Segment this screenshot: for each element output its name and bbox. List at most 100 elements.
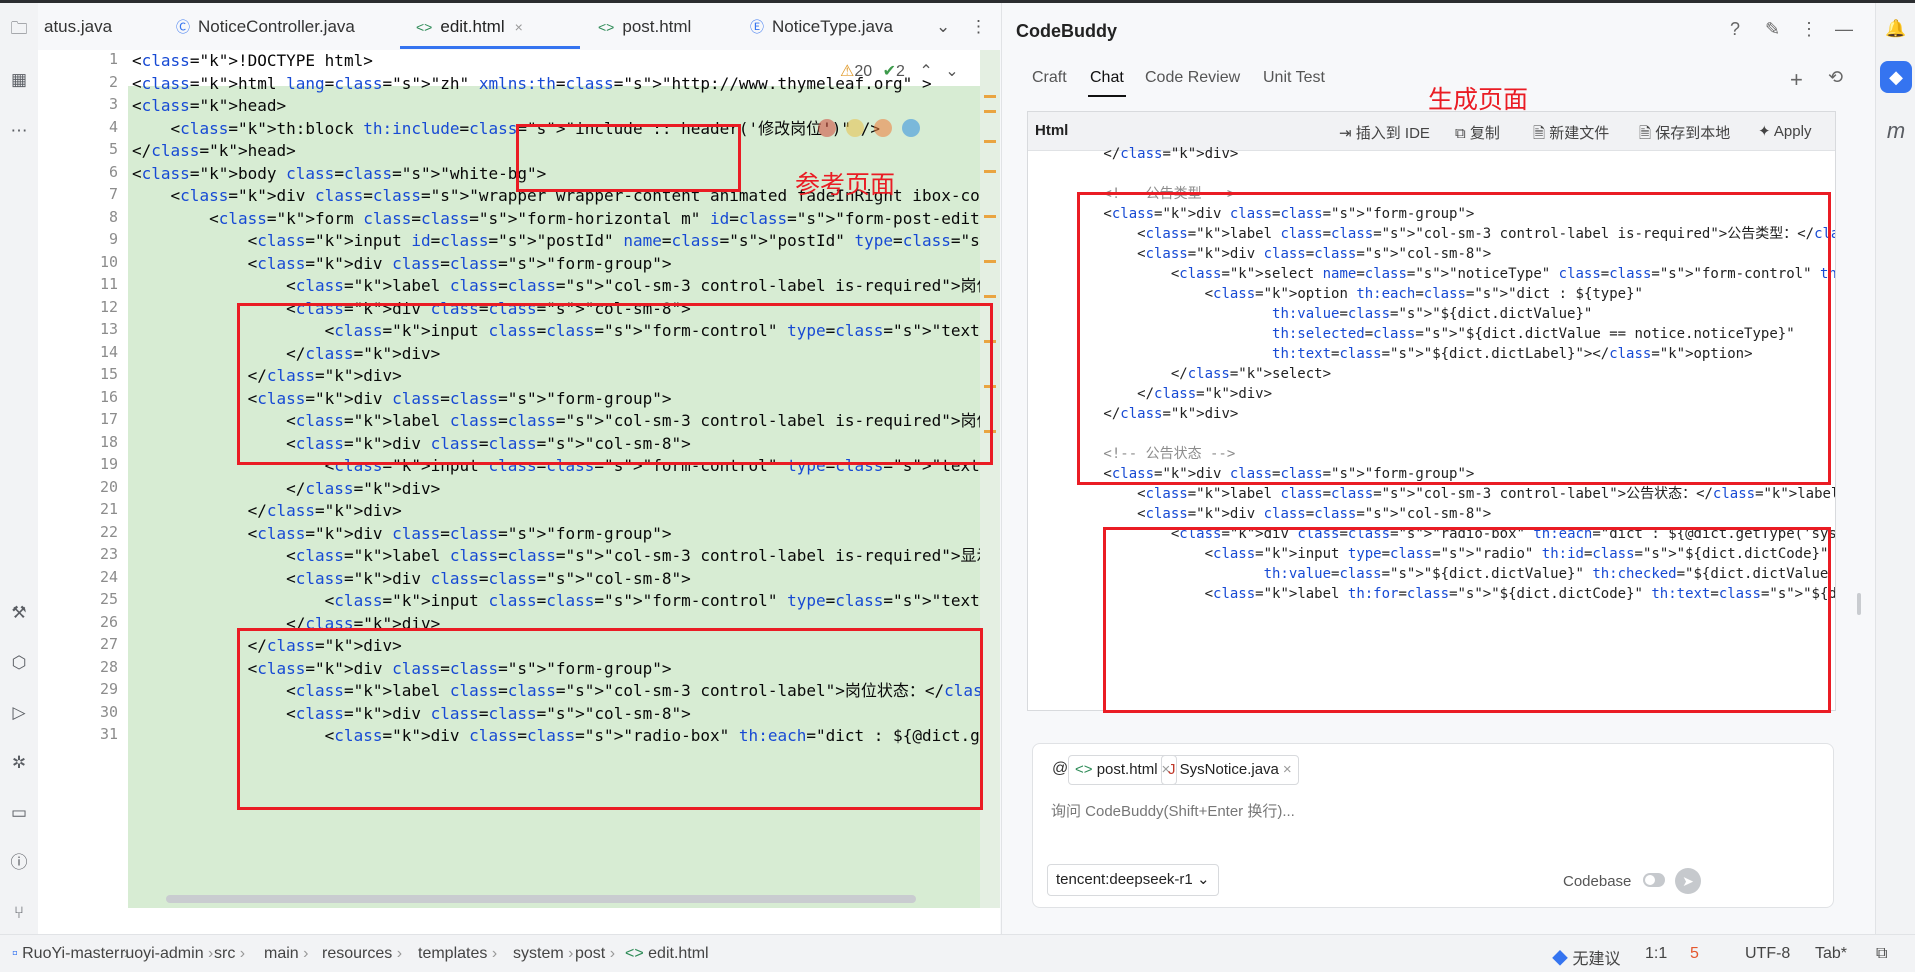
check-icon: ✔ [882, 63, 896, 80]
chat-input-field[interactable]: 询问 CodeBuddy(Shift+Enter 换行)... [1051, 800, 1295, 821]
close-tab-icon[interactable]: × [515, 19, 523, 35]
line-number: 1 [108, 50, 118, 68]
history-icon[interactable]: ⟲ [1828, 67, 1843, 88]
breadcrumb-item[interactable]: ruoyi-admin › [120, 945, 213, 963]
notifications-icon[interactable]: 🔔 [1884, 17, 1908, 41]
services-icon[interactable]: ⬡ [7, 651, 31, 675]
tab-status-java[interactable]: atus.java [44, 17, 112, 37]
generated-page-label: 生成页面 [1428, 85, 1529, 114]
java-file-icon: J [1168, 761, 1180, 778]
help-icon[interactable]: ? [1730, 19, 1740, 40]
new-chat-icon[interactable]: + [1790, 67, 1803, 93]
new-file-button[interactable]: 🗎 新建文件 [1533, 122, 1609, 148]
chat-input-box[interactable]: @ <> post.html × J SysNotice.java × 询问 Cod… [1032, 743, 1834, 908]
editor-tab-bar: atus.java Ⓒ NoticeController.java <> edit.… [38, 3, 1000, 51]
annotation-box-post-name [237, 303, 993, 465]
edit-icon[interactable]: ✎ [1765, 19, 1780, 40]
cursor-position[interactable]: 1:1 [1645, 945, 1667, 963]
line-number: 24 [99, 567, 118, 586]
structure-icon[interactable]: ▦ [7, 68, 31, 92]
html-icon: <> [598, 19, 615, 35]
insert-to-ide-button[interactable]: ⇥ 插入到 IDE [1339, 122, 1430, 143]
panel-scrollbar[interactable] [1857, 593, 1861, 615]
line-number: 26 [99, 612, 118, 631]
browser-preview-icons[interactable] [818, 119, 958, 145]
horizontal-scrollbar[interactable] [166, 895, 916, 903]
build-hammer-icon[interactable]: ⚒ [7, 601, 31, 625]
tab-code-review[interactable]: Code Review [1145, 69, 1240, 87]
line-number: 13 [99, 320, 118, 338]
breadcrumb-item[interactable]: ▫ RuoYi-master › [12, 945, 129, 963]
line-number: 9 [108, 230, 118, 248]
tab-notice-controller[interactable]: Ⓒ NoticeController.java [176, 17, 355, 37]
html-icon: <> [416, 19, 433, 35]
line-number: 25 [99, 590, 118, 608]
breadcrumb-item[interactable]: post › [575, 945, 615, 963]
readonly-toggle-icon[interactable]: ⧉ [1876, 945, 1887, 963]
edge-icon[interactable] [902, 119, 920, 137]
breadcrumb-item[interactable]: resources › [322, 945, 402, 963]
apply-button[interactable]: ✦ Apply [1758, 122, 1811, 140]
chrome-icon[interactable] [846, 119, 864, 137]
markdown-icon[interactable]: m [1884, 119, 1908, 143]
line-number: 14 [99, 342, 118, 361]
status-bar: ▫ RuoYi-master › ruoyi-admin › src › main ›… [0, 934, 1915, 972]
codebuddy-status-icon: ◆ [1552, 951, 1573, 968]
breadcrumb-item[interactable]: src › [214, 945, 245, 963]
more-menu-icon[interactable]: ⋮ [970, 17, 987, 37]
send-icon: ➤ [1682, 873, 1694, 889]
line-number: 11 [99, 275, 118, 293]
tab-unit-test[interactable]: Unit Test [1263, 69, 1325, 87]
context-chip-sysnotice[interactable]: J SysNotice.java × [1161, 755, 1299, 785]
active-tab-indicator [1088, 95, 1126, 97]
suggestion-status[interactable]: ◆ 无建议 [1552, 945, 1620, 969]
right-tool-strip: 🔔 ◆ m [1875, 3, 1915, 934]
line-number: 17 [99, 410, 118, 428]
tab-notice-type[interactable]: Ⓔ NoticeType.java [750, 17, 893, 37]
line-number: 28 [99, 657, 118, 676]
indent-setting[interactable]: Tab* [1815, 945, 1847, 963]
git-icon[interactable]: ⑂ [7, 901, 31, 925]
codebuddy-logo-icon[interactable]: ◆ [1880, 61, 1912, 93]
tab-post-html[interactable]: <> post.html [598, 17, 691, 37]
tab-craft[interactable]: Craft [1032, 69, 1067, 87]
error-stripe[interactable] [980, 50, 1000, 908]
project-folder-icon[interactable]: 🗀 [7, 17, 31, 41]
codebase-toggle[interactable] [1643, 873, 1665, 887]
tab-chat[interactable]: Chat [1090, 69, 1124, 87]
line-number: 10 [99, 252, 118, 271]
inspection-widget[interactable]: ⚠20 ✔2 ⌃ ⌄ [840, 61, 959, 85]
minimize-icon[interactable]: — [1835, 19, 1853, 40]
code-language-label: Html [1035, 122, 1069, 139]
tab-edit-html[interactable]: <> edit.html × [416, 17, 523, 37]
annotation-box-notice-status [1103, 527, 1831, 713]
prev-highlight-icon[interactable]: ⌃ [919, 63, 932, 80]
firefox-icon[interactable] [874, 119, 892, 137]
chevron-down-icon[interactable]: ⌄ [936, 17, 950, 37]
line-number: 29 [99, 680, 118, 698]
browser-icon[interactable] [818, 119, 836, 137]
copy-button[interactable]: ⧉ 复制 [1455, 122, 1500, 143]
breadcrumb-item[interactable]: main › [264, 945, 308, 963]
save-local-button[interactable]: 🗎 保存到本地 [1639, 122, 1730, 148]
line-number: 30 [99, 702, 118, 721]
model-selector[interactable]: tencent:deepseek-r1 ⌄ [1047, 864, 1219, 896]
more-tools-icon[interactable]: ⋯ [7, 119, 31, 143]
next-highlight-icon[interactable]: ⌄ [945, 63, 958, 80]
remove-chip-icon[interactable]: × [1283, 761, 1292, 778]
file-encoding[interactable]: UTF-8 [1745, 945, 1790, 963]
breadcrumb-item[interactable]: templates › [418, 945, 497, 963]
line-number: 5 [108, 140, 118, 158]
new-file-icon: 🗎 [1533, 125, 1550, 142]
run-icon[interactable]: ▷ [7, 701, 31, 725]
problems-icon[interactable]: ⓘ [7, 851, 31, 875]
breadcrumb-item[interactable]: system › [513, 945, 573, 963]
terminal-icon[interactable]: ▭ [7, 801, 31, 825]
debug-icon[interactable]: ✲ [7, 751, 31, 775]
more-menu-icon[interactable]: ⋮ [1800, 19, 1818, 40]
breadcrumb-item[interactable]: <> edit.html [625, 945, 709, 963]
line-number: 3 [108, 95, 118, 113]
html5-icon[interactable]: 5 [1690, 945, 1699, 963]
send-button[interactable]: ➤ [1675, 868, 1701, 894]
mention-button[interactable]: @ [1052, 760, 1068, 778]
